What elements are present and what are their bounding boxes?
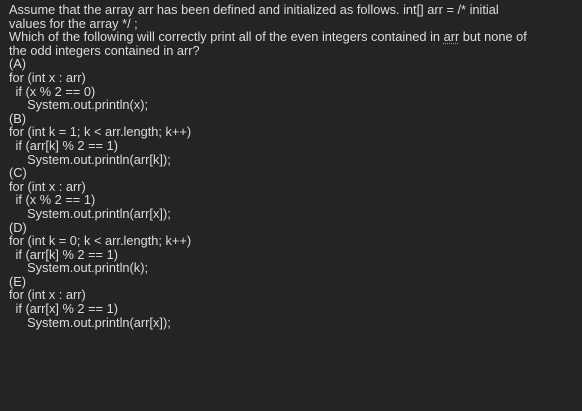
code-line: for (int x : arr) (9, 69, 86, 85)
option-c: (C) for (int x : arr) if (x % 2 == 1) Sy… (9, 166, 578, 220)
option-a: (A) for (int x : arr) if (x % 2 == 0) Sy… (9, 57, 578, 111)
question-text: but none of (459, 29, 527, 45)
code-line: System.out.println(arr[k]); (20, 151, 171, 167)
code-line: if (arr[x] % 2 == 1) (12, 301, 118, 317)
code-line: for (int k = 1; k < arr.length; k++) (9, 124, 192, 140)
code-line: System.out.println(arr[x]); (20, 314, 171, 330)
option-label: (D) (9, 219, 27, 235)
code-line: System.out.println(x); (20, 97, 149, 113)
question-stem: Assume that the array arr has been defin… (9, 3, 578, 57)
option-label: (C) (9, 165, 27, 181)
code-line: for (int x : arr) (9, 178, 86, 194)
code-line: for (int x : arr) (9, 287, 86, 303)
option-e: (E) for (int x : arr) if (arr[x] % 2 == … (9, 275, 578, 329)
question-panel: Assume that the array arr has been defin… (0, 0, 582, 411)
question-line: values for the array */ ; (9, 15, 138, 31)
option-b: (B) for (int k = 1; k < arr.length; k++)… (9, 112, 578, 166)
option-label: (A) (9, 56, 27, 72)
code-line: if (x % 2 == 0) (12, 83, 96, 99)
question-line: the odd integers contained in arr? (9, 42, 200, 58)
option-label: (B) (9, 110, 27, 126)
code-line: if (arr[k] % 2 == 1) (12, 246, 118, 262)
question-text: Which of the following will correctly pr… (9, 29, 444, 45)
option-label: (E) (9, 273, 27, 289)
code-line: for (int k = 0; k < arr.length; k++) (9, 233, 192, 249)
code-line: System.out.println(arr[x]); (20, 205, 171, 221)
code-line: System.out.println(k); (20, 260, 149, 276)
spellcheck-word: arr (443, 29, 460, 45)
question-line: Which of the following will correctly pr… (9, 30, 578, 44)
code-line: if (arr[k] % 2 == 1) (12, 137, 118, 153)
option-d: (D) for (int k = 0; k < arr.length; k++)… (9, 219, 578, 276)
code-line: if (x % 2 == 1) (12, 192, 96, 208)
question-line: Assume that the array arr has been defin… (9, 2, 499, 17)
